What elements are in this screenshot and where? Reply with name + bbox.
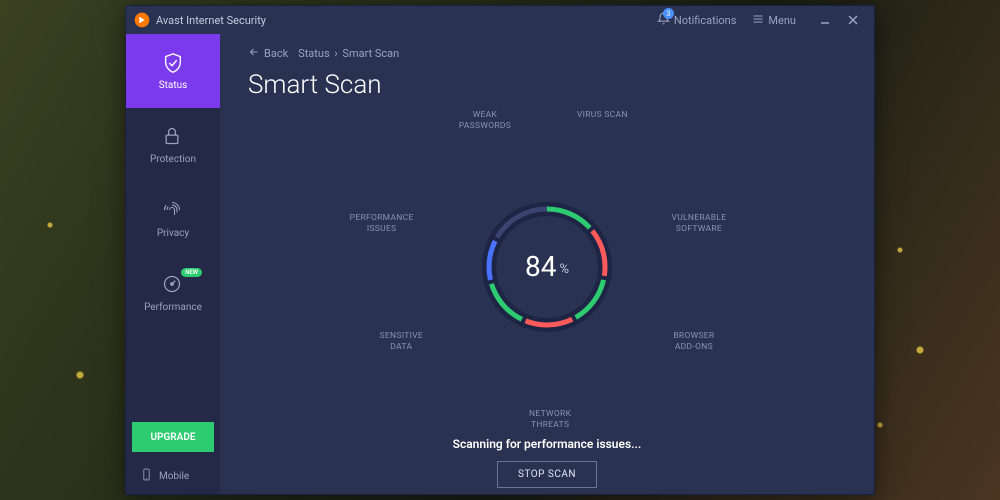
progress-percent: 84 % bbox=[473, 193, 621, 341]
notifications-button[interactable]: 3 Notifications bbox=[649, 12, 745, 28]
new-badge: NEW bbox=[181, 268, 202, 277]
sidebar-item-mobile[interactable]: Mobile bbox=[126, 458, 220, 494]
sidebar-item-status[interactable]: Status bbox=[126, 34, 220, 108]
category-browser-addons: BROWSERADD-ONS bbox=[673, 331, 714, 353]
gauge-icon bbox=[162, 274, 184, 296]
lock-icon bbox=[162, 126, 184, 148]
titlebar: Avast Internet Security 3 Notifications … bbox=[126, 6, 874, 34]
main-content: Back Status › Smart Scan Smart Scan bbox=[220, 34, 874, 494]
scan-progress-area: 84 % VIRUS SCAN VULNERABLESOFTWARE BROWS… bbox=[248, 100, 846, 433]
chevron-right-icon: › bbox=[334, 47, 337, 60]
mobile-icon bbox=[140, 468, 153, 484]
percent-value: 84 bbox=[525, 250, 556, 283]
sidebar-item-label: Protection bbox=[150, 154, 196, 165]
app-logo-icon bbox=[134, 12, 150, 28]
sidebar-item-label: Performance bbox=[144, 302, 202, 313]
app-window: Avast Internet Security 3 Notifications … bbox=[125, 5, 875, 495]
category-network-threats: NETWORKTHREATS bbox=[529, 409, 571, 431]
category-virus-scan: VIRUS SCAN bbox=[577, 110, 628, 121]
crumb-status[interactable]: Status bbox=[298, 47, 329, 60]
sidebar-item-privacy[interactable]: Privacy bbox=[126, 182, 220, 256]
close-button[interactable] bbox=[840, 10, 866, 30]
upgrade-label: UPGRADE bbox=[151, 432, 196, 443]
back-button[interactable]: Back bbox=[248, 46, 288, 61]
category-performance-issues: PERFORMANCEISSUES bbox=[350, 213, 414, 235]
mobile-label: Mobile bbox=[159, 471, 189, 482]
category-vulnerable-software: VULNERABLESOFTWARE bbox=[672, 213, 727, 235]
notifications-label: Notifications bbox=[674, 14, 737, 27]
category-sensitive-data: SENSITIVEDATA bbox=[380, 331, 424, 353]
app-title: Avast Internet Security bbox=[156, 14, 266, 27]
breadcrumb: Back Status › Smart Scan bbox=[248, 34, 846, 72]
category-weak-passwords: WEAKPASSWORDS bbox=[459, 110, 511, 132]
notifications-badge: 3 bbox=[663, 8, 674, 19]
scan-status-text: Scanning for performance issues... bbox=[248, 437, 846, 451]
menu-label: Menu bbox=[768, 14, 796, 27]
sidebar: Status Protection Privacy NEW Performan bbox=[126, 34, 220, 494]
hamburger-icon bbox=[752, 13, 764, 28]
shield-check-icon bbox=[162, 52, 184, 74]
page-title: Smart Scan bbox=[248, 70, 846, 100]
progress-ring: 84 % bbox=[473, 193, 621, 341]
menu-button[interactable]: Menu bbox=[744, 13, 804, 28]
upgrade-button[interactable]: UPGRADE bbox=[132, 422, 214, 452]
sidebar-item-protection[interactable]: Protection bbox=[126, 108, 220, 182]
arrow-left-icon bbox=[248, 46, 260, 61]
sidebar-item-performance[interactable]: NEW Performance bbox=[126, 256, 220, 330]
sidebar-item-label: Privacy bbox=[157, 228, 189, 239]
stop-scan-label: STOP SCAN bbox=[518, 469, 576, 480]
stop-scan-button[interactable]: STOP SCAN bbox=[497, 461, 597, 488]
minimize-button[interactable] bbox=[812, 10, 838, 30]
back-label: Back bbox=[264, 47, 288, 60]
percent-symbol: % bbox=[559, 262, 569, 277]
bell-icon: 3 bbox=[657, 12, 670, 28]
fingerprint-icon bbox=[162, 200, 184, 222]
sidebar-item-label: Status bbox=[159, 80, 188, 91]
crumb-current: Smart Scan bbox=[342, 47, 399, 60]
